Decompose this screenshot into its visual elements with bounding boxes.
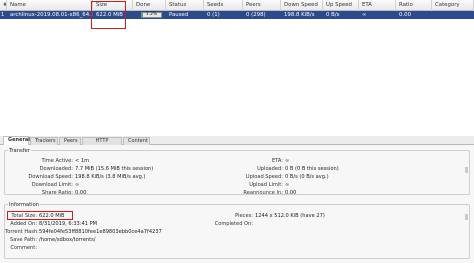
reannounce-row: Reannounce In: 0.00 — [241, 190, 296, 197]
reannounce-value: 0.00 — [285, 190, 297, 196]
upload-limit-label: Upload Limit: — [249, 182, 283, 188]
eta-value: ∞ — [285, 158, 290, 164]
uploaded-label: Uploaded: — [257, 166, 283, 172]
download-limit-label: Download Limit: — [31, 182, 73, 188]
torrent-down-speed: 198.8 KiB/s — [284, 12, 315, 18]
completed-on-row: Completed On: — [205, 221, 255, 228]
torrent-category — [432, 11, 474, 19]
added-on-value: 8/31/2019, 6:33:41 PM — [39, 221, 98, 227]
progress-text: 1.2% — [145, 12, 158, 17]
downloaded-row: Downloaded: 7.7 MiB (15.6 MiB this sessio… — [5, 166, 154, 173]
download-limit-value: ∞ — [75, 182, 80, 188]
column-header-bar: # Name Size Done Status Seeds Peers Down… — [0, 0, 474, 11]
download-speed-row: Download Speed: 198.8 KiB/s (3.8 MiB/s av… — [5, 174, 145, 181]
information-group-title: Information — [8, 202, 41, 208]
tab-peers[interactable]: Peers — [59, 137, 81, 145]
upload-speed-label: Upload Speed: — [245, 174, 283, 180]
column-header-category[interactable]: Category — [432, 0, 474, 11]
save-path-label: Save Path: — [9, 237, 37, 243]
upload-speed-row: Upload Speed: 0 B/s (0 B/s avg.) — [241, 174, 329, 181]
comment-row: Comment: — [5, 245, 39, 252]
tab-content[interactable]: Content — [123, 137, 150, 145]
time-active-value: < 1m — [75, 158, 90, 164]
reannounce-label: Reannounce In: — [243, 190, 283, 196]
size-column-highlight-box — [91, 1, 126, 29]
scroll-marker — [465, 167, 468, 173]
completed-on-label: Completed On: — [214, 221, 253, 227]
transfer-group: Transfer Time Active: < 1m Downloaded: 7.7… — [4, 148, 470, 197]
row-number: 1 — [1, 12, 5, 18]
tab-bar: General Trackers Peers HTTP Sources Cont… — [0, 136, 474, 151]
tab-http-sources[interactable]: HTTP Sources — [82, 137, 122, 151]
torrent-ratio: 0.00 — [399, 12, 412, 18]
download-speed-label: Download Speed: — [28, 174, 73, 180]
scroll-marker — [465, 214, 468, 220]
column-header-up-speed[interactable]: Up Speed — [323, 0, 359, 11]
time-active-row: Time Active: < 1m — [5, 158, 89, 165]
download-speed-value: 198.8 KiB/s (3.8 MiB/s avg.) — [75, 174, 146, 180]
uploaded-row: Uploaded: 0 B (0 B this session) — [241, 166, 339, 173]
share-ratio-label: Share Ratio: — [41, 190, 73, 196]
pieces-value: 1244 x 512.0 KiB (have 27) — [255, 213, 325, 219]
pieces-label: Pieces: — [235, 213, 253, 219]
torrent-list: # Name Size Done Status Seeds Peers Down… — [0, 0, 474, 136]
torrent-status: Paused — [169, 12, 189, 18]
download-limit-row: Download Limit: ∞ — [5, 182, 80, 189]
torrent-peers: 0 (298) — [246, 12, 266, 18]
downloaded-label: Downloaded: — [39, 166, 73, 172]
tab-trackers[interactable]: Trackers — [30, 137, 58, 145]
time-active-label: Time Active: — [41, 158, 73, 164]
torrent-up-speed: 0 B/s — [326, 12, 340, 18]
comment-label: Comment: — [10, 245, 37, 251]
pieces-row: Pieces: 1244 x 512.0 KiB (have 27) — [205, 213, 325, 220]
upload-limit-value: ∞ — [285, 182, 290, 188]
eta-label: ETA: — [271, 158, 283, 164]
uploaded-value: 0 B (0 B this session) — [285, 166, 339, 172]
total-size-highlight-box — [7, 211, 73, 220]
upload-limit-row: Upload Limit: ∞ — [241, 182, 289, 189]
tab-general[interactable]: General — [3, 136, 30, 145]
transfer-group-title: Transfer — [8, 148, 31, 154]
column-header-ratio[interactable]: Ratio — [396, 0, 432, 11]
share-ratio-value: 0.00 — [75, 190, 87, 196]
column-header-status[interactable]: Status — [166, 0, 204, 11]
column-header-name[interactable]: Name — [7, 0, 93, 11]
information-group: Information Total Size: 622.0 MiB Added O… — [4, 202, 470, 259]
torrent-eta: ∞ — [362, 12, 367, 18]
column-header-#[interactable]: # — [0, 0, 7, 11]
column-header-eta[interactable]: ETA — [359, 0, 396, 11]
column-header-peers[interactable]: Peers — [243, 0, 281, 11]
column-header-down-speed[interactable]: Down Speed — [281, 0, 323, 11]
column-header-seeds[interactable]: Seeds — [204, 0, 243, 11]
column-header-done[interactable]: Done — [133, 0, 166, 11]
table-row[interactable]: 1 archlinux-2019.08.01-x86_64.iso 622.0 … — [0, 11, 474, 19]
upload-speed-value: 0 B/s (0 B/s avg.) — [285, 174, 329, 180]
torrent-hash-row: Torrent Hash:594fe04fe53ff8810fee1e89803… — [5, 229, 162, 236]
added-on-label: Added On: — [10, 221, 37, 227]
save-path-value: /home/sdbox/torrents/ — [39, 237, 96, 243]
details-panel: Transfer Time Active: < 1m Downloaded: 7.7… — [0, 145, 474, 263]
progress-bar: 1.2% — [141, 12, 162, 18]
torrent-hash-label: Torrent Hash: — [5, 229, 39, 235]
torrent-seeds: 0 (1) — [207, 12, 220, 18]
downloaded-value: 7.7 MiB (15.6 MiB this session) — [75, 166, 154, 172]
save-path-row: Save Path:/home/sdbox/torrents/ — [5, 237, 96, 244]
torrent-hash-value: 594fe04fe53ff8810fee1e89803ebb0ce4a7f423… — [39, 229, 162, 235]
eta-row: ETA: ∞ — [241, 158, 289, 165]
torrent-name: archlinux-2019.08.01-x86_64.iso — [10, 12, 93, 18]
share-ratio-row: Share Ratio: 0.00 — [5, 190, 86, 197]
added-on-row: Added On: 8/31/2019, 6:33:41 PM — [5, 221, 97, 228]
